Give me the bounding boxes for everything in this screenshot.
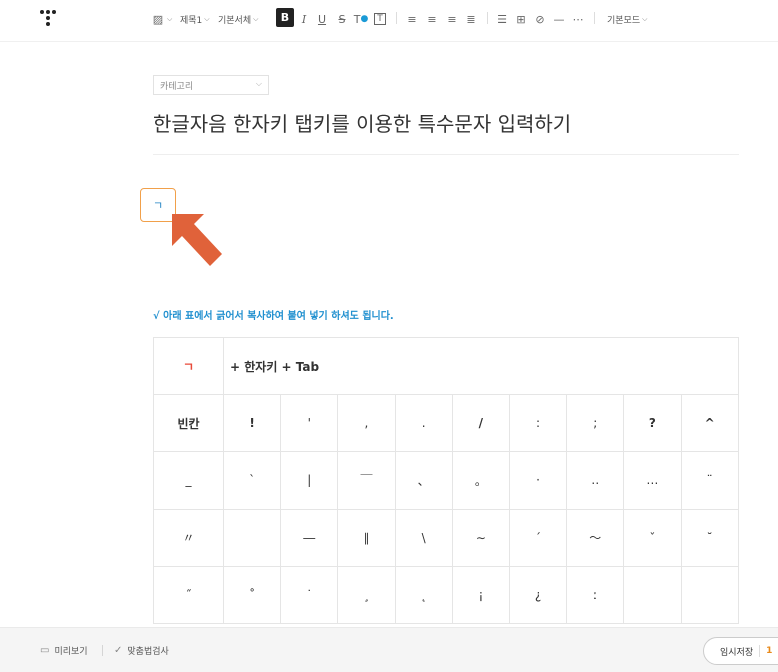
table-icon[interactable]: ⊞ [513,10,529,28]
table-cell[interactable]: 빈칸 [153,394,224,453]
toolbar-divider [487,12,488,24]
table-cell[interactable]: ￣ [337,451,396,510]
table-cell[interactable]: : [508,394,568,453]
align-center-icon[interactable]: ≡ [424,10,440,28]
table-row: ㄱ + 한자키 + Tab [153,336,739,396]
copy-notice: √ 아래 표에서 긁어서 복사하여 붙여 넣기 하셔도 됩니다. [153,311,394,322]
align-left-icon[interactable]: ≡ [404,10,420,28]
title-divider [153,154,739,155]
toolbar-divider [594,12,595,24]
table-cell[interactable]: ˚ [222,565,282,624]
table-row: _ ` | ￣、。 · ‥… ¨ [153,451,739,510]
chevron-down-icon: ⌵ [204,14,210,23]
font-select-label: 기본서체 [218,15,252,26]
table-cell[interactable]: 、 [394,451,453,510]
table-cell[interactable]: ! [222,394,282,453]
table-cell[interactable]: ～ [566,508,625,567]
editor-toolbar: ▨ ⌵ 제목1 ⌵ 기본서체 ⌵ B I U S T ● T ≡ ≡ ≡ ≣ ☰ … [0,0,778,42]
chevron-down-icon: ⌵ [642,14,648,23]
table-cell[interactable]: ː [566,565,625,624]
temp-save-label: 임시저장 [720,647,754,658]
heading-select-label: 제목1 [180,15,203,26]
table-cell[interactable]: ˙ [280,565,339,624]
list-icon[interactable]: ☰ [494,10,510,28]
italic-button[interactable]: I [296,10,312,28]
image-insert-icon[interactable]: ▨ [150,10,166,28]
table-cell[interactable]: ∼ [451,508,510,567]
spellcheck-label: 맞춤법검사 [127,647,169,657]
strikethrough-button[interactable]: S [334,10,350,28]
font-select[interactable]: 기본서체 ⌵ [218,10,258,28]
table-row: ˝ ˚ ˙ ¸ ˛ ¡ ¿ ː [153,565,739,624]
tistory-logo-icon[interactable] [36,8,60,32]
table-cell-hint[interactable]: + 한자키 + Tab [223,336,739,396]
temp-save-button[interactable]: 임시저장 1 [703,637,778,665]
table-cell[interactable]: ∥ [337,508,396,567]
table-cell[interactable]: ' [280,394,339,453]
chevron-down-icon: ⌵ [253,14,259,23]
more-icon[interactable]: ⋯ [570,10,586,28]
table-cell[interactable]: / [451,394,510,453]
link-icon[interactable]: ⊘ [532,10,548,28]
arrow-up-left-icon [172,214,222,266]
table-cell[interactable]: ¸ [337,565,396,624]
table-cell[interactable]: ` [222,451,282,510]
table-cell[interactable]: \ [394,508,453,567]
table-cell[interactable]: ˇ [623,508,682,567]
table-cell[interactable]: 〃 [153,508,224,567]
special-char-table: ㄱ + 한자키 + Tab 빈칸! ',. /:;? ^ _ ` | ￣、。 · ‥… ¨ 〃 ― ∥ \ ∼… [153,336,739,624]
table-cell[interactable]: ‥ [566,451,625,510]
table-cell[interactable]: ¡ [451,565,510,624]
table-cell[interactable]: ; [566,394,625,453]
monitor-icon: ▭ [40,645,50,656]
table-row: 빈칸! ',. /:;? ^ [153,394,739,453]
align-justify-icon[interactable]: ≣ [463,10,479,28]
bottom-bar: ▭ 미리보기 ✓ 맞춤법검사 임시저장 1 [0,627,778,672]
table-cell[interactable]: ˝ [153,565,224,624]
text-background-icon[interactable]: T [372,10,388,28]
heading-select[interactable]: 제목1 ⌵ [180,10,210,28]
preview-label: 미리보기 [54,647,88,657]
chevron-down-icon: ⌵ [255,79,262,88]
table-cell[interactable]: 。 [451,451,510,510]
bottom-divider [102,645,103,656]
table-cell[interactable] [680,565,739,624]
table-cell[interactable] [623,565,682,624]
horizontal-line-icon[interactable]: — [551,10,567,28]
table-cell[interactable]: ? [623,394,682,453]
underline-button[interactable]: U [314,10,330,28]
category-placeholder: 카테고리 [160,82,194,92]
toolbar-divider [396,12,397,24]
category-select[interactable]: 카테고리 ⌵ [153,75,269,95]
table-row: 〃 ― ∥ \ ∼ ´ ～ ˇ ˘ [153,508,739,567]
table-cell[interactable]: _ [153,451,224,510]
table-cell[interactable]: . [394,394,453,453]
table-cell[interactable]: , [337,394,396,453]
preview-button[interactable]: ▭ 미리보기 [40,644,88,657]
text-color-icon[interactable]: T ● [353,10,369,28]
table-cell-key[interactable]: ㄱ [153,336,224,396]
table-cell[interactable]: ― [280,508,339,567]
table-cell[interactable]: ¿ [508,565,568,624]
bold-button[interactable]: B [276,8,294,27]
table-cell[interactable]: … [623,451,682,510]
table-cell[interactable]: ˛ [394,565,453,624]
table-cell[interactable]: · [508,451,568,510]
save-divider [759,645,761,657]
table-cell[interactable]: ´ [508,508,568,567]
post-title-input[interactable]: 한글자음 한자키 탭키를 이용한 특수문자 입력하기 [153,108,571,137]
table-cell[interactable]: ^ [680,394,739,453]
editor-mode-select[interactable]: 기본모드 ⌵ [607,10,647,28]
table-cell[interactable] [222,508,282,567]
table-cell[interactable]: ¨ [680,451,739,510]
table-cell[interactable]: | [280,451,339,510]
editor-mode-label: 기본모드 [607,15,641,26]
spellcheck-button[interactable]: ✓ 맞춤법검사 [114,644,169,657]
table-cell[interactable]: ˘ [680,508,739,567]
image-caret-icon[interactable]: ⌵ [165,10,172,28]
spellcheck-icon: ✓ [114,645,123,656]
temp-save-count: 1 [766,646,773,656]
align-right-icon[interactable]: ≡ [444,10,460,28]
